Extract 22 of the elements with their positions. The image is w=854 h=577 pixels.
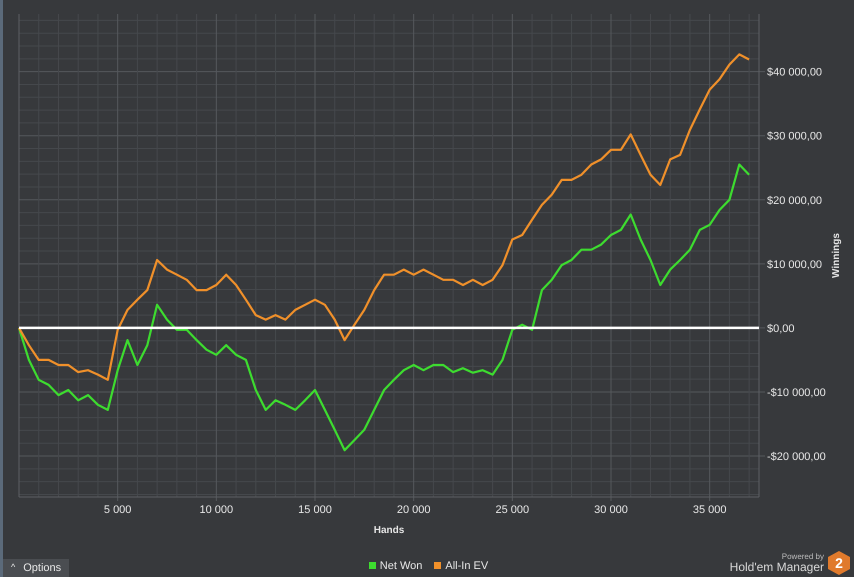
y-tick-label: $0,00 — [767, 322, 795, 335]
brand-name: Hold'em Manager — [730, 561, 824, 573]
options-button[interactable]: ^ Options — [3, 559, 70, 577]
y-tick-label: -$20 000,00 — [767, 451, 826, 463]
y-tick-label: $40 000,00 — [767, 66, 822, 79]
x-tick-label: 20 000 — [396, 504, 430, 516]
y-tick-label: $10 000,00 — [767, 258, 822, 271]
x-tick-label: 5 000 — [104, 504, 132, 516]
legend-label: All-In EV — [445, 558, 488, 574]
x-tick-label: 35 000 — [692, 504, 726, 516]
x-tick-label: 30 000 — [594, 504, 628, 516]
x-tick-label: 10 000 — [200, 504, 234, 516]
y-tick-label: -$10 000,00 — [767, 386, 826, 399]
powered-by-text: Powered by — [782, 553, 824, 561]
logo-badge: 2 — [828, 551, 850, 575]
x-tick-label: 15 000 — [298, 504, 332, 516]
y-tick-label: $20 000,00 — [767, 194, 822, 207]
legend-label: Net Won — [380, 558, 422, 574]
y-axis-title: Winnings — [831, 233, 842, 278]
y-tick-label: $30 000,00 — [767, 130, 822, 143]
x-tick-label: 25 000 — [496, 504, 530, 516]
x-axis-title: Hands — [374, 525, 404, 536]
